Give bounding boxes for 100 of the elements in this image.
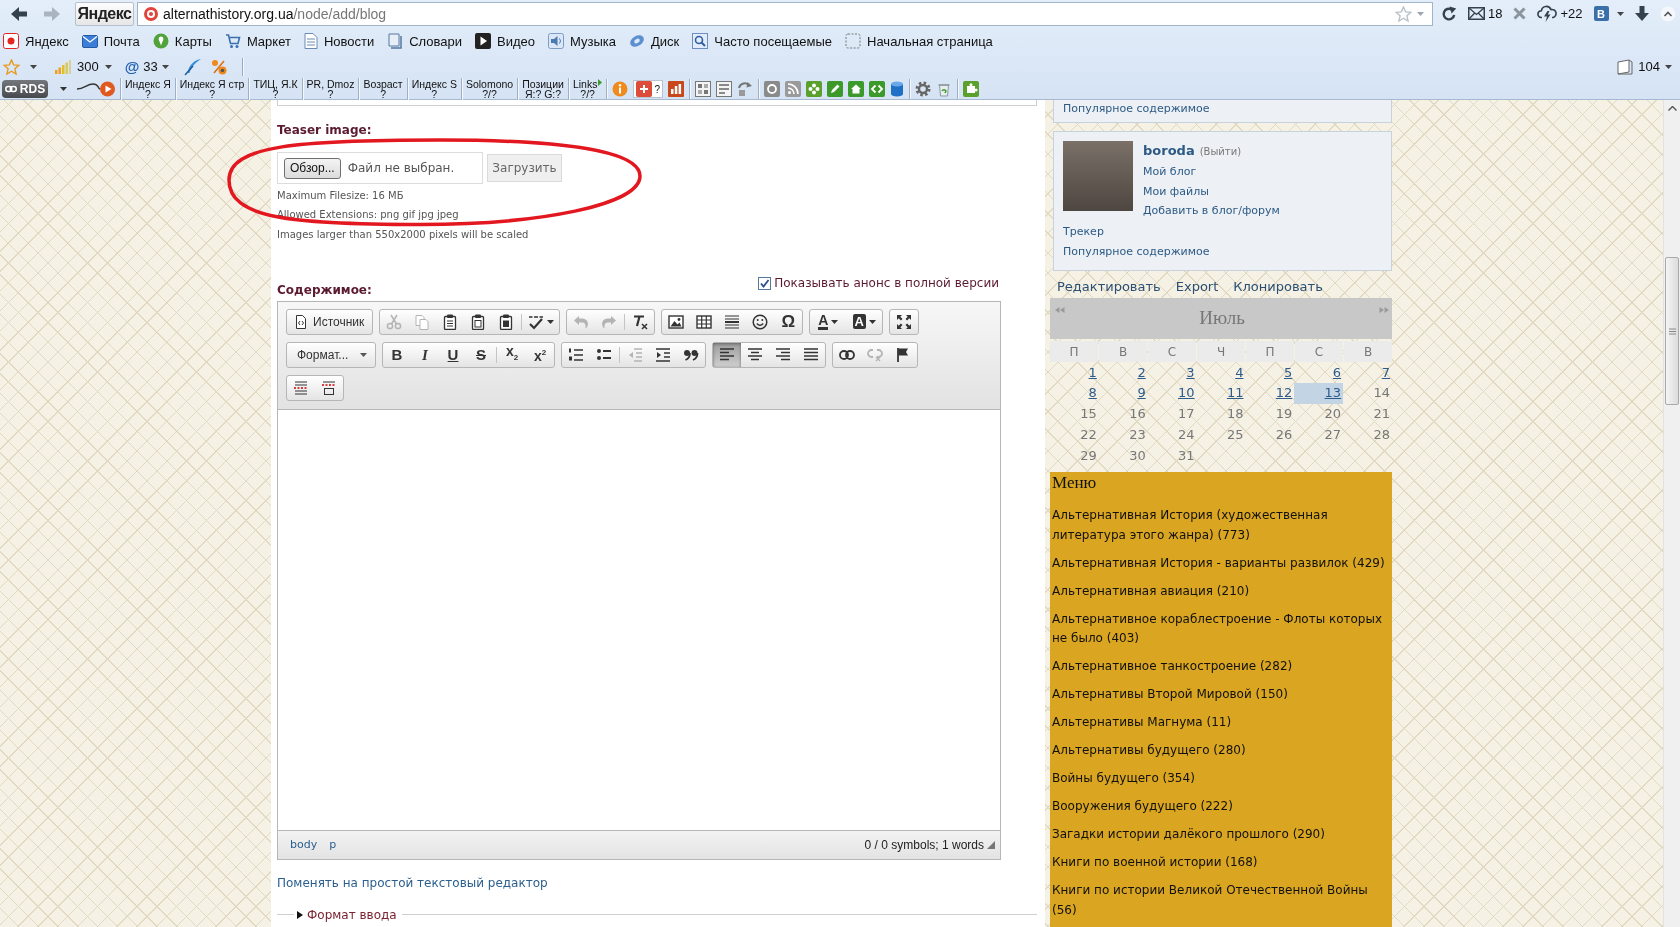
home-icon[interactable] <box>847 81 864 97</box>
sidebar-link[interactable]: Трекер <box>1063 222 1104 242</box>
pencil-icon[interactable] <box>826 81 843 97</box>
bookmark-link[interactable]: Яндекс <box>3 33 69 49</box>
superscript-button[interactable]: x$^{2}$ <box>526 342 554 367</box>
database-icon[interactable] <box>889 81 904 97</box>
sidebar-link[interactable]: Мои файлы <box>1143 181 1209 201</box>
upload-button[interactable]: Загрузить <box>487 154 562 182</box>
checkbox[interactable] <box>758 276 772 290</box>
scrollbar[interactable] <box>1663 100 1680 927</box>
bookmark-link[interactable]: Часто посещаемые <box>692 33 833 49</box>
calendar-day[interactable]: 12 <box>1245 383 1295 404</box>
menu-link[interactable]: Вооружения будущего (222) <box>1052 797 1233 817</box>
resize-grip-icon[interactable] <box>987 840 995 849</box>
bookmark-link[interactable]: Маркет <box>224 33 291 49</box>
element-path-link[interactable]: p <box>329 838 337 851</box>
input-format-link[interactable]: Формат ввода <box>296 907 397 922</box>
calendar-day[interactable]: 4 <box>1196 362 1246 384</box>
rds-button[interactable]: RDS <box>2 80 48 98</box>
caret-icon[interactable] <box>1616 11 1624 16</box>
calendar-day[interactable]: 10 <box>1147 383 1197 404</box>
sidebar-link[interactable]: Добавить в блог/форум <box>1143 201 1280 221</box>
document-icon[interactable] <box>715 81 732 97</box>
sidebar-link[interactable]: Популярное содержимое <box>1063 241 1210 261</box>
calendar-day[interactable]: 9 <box>1098 383 1148 404</box>
calendar-day[interactable]: 6 <box>1294 362 1344 384</box>
chart-icon[interactable] <box>667 81 684 97</box>
gear-icon[interactable] <box>914 81 931 97</box>
calendar-day[interactable]: 7 <box>1343 362 1392 384</box>
underline-button[interactable]: U <box>439 342 467 367</box>
bookmark-link[interactable]: Карты <box>152 33 212 49</box>
menu-link[interactable]: Книги по военной истории (168) <box>1052 853 1258 873</box>
text-color-button[interactable]: A <box>810 309 847 334</box>
info-icon[interactable] <box>612 81 629 97</box>
logo-button[interactable]: Яндекс <box>75 1 134 26</box>
address-field[interactable]: alternathistory.org.ua/node/add/blog <box>137 1 1433 26</box>
percent-icon[interactable] <box>210 58 227 75</box>
calendar-day[interactable]: 8 <box>1050 383 1099 404</box>
refresh-icon[interactable] <box>1441 5 1457 22</box>
scrollbar-thumb[interactable] <box>1665 257 1679 405</box>
maximize-button[interactable] <box>889 308 920 335</box>
star-icon[interactable] <box>3 58 20 75</box>
menu-link[interactable]: Альтернативная История - варианты развилок (429) <box>1052 553 1385 573</box>
logout-link[interactable]: (Выйти) <box>1199 142 1242 162</box>
element-path-link[interactable]: body <box>290 838 318 851</box>
menu-link[interactable]: Книги по истории Великой Отечественной Войны (56) <box>1052 881 1392 920</box>
triangle-icon[interactable] <box>598 78 603 86</box>
grid-icon[interactable] <box>694 81 711 97</box>
sidebar-link[interactable]: Популярное содержимое <box>1063 101 1210 117</box>
bg-color-button[interactable]: A <box>846 309 883 334</box>
flower-icon[interactable] <box>805 81 822 97</box>
code-icon[interactable] <box>868 81 885 97</box>
account-badge[interactable]: B <box>1593 6 1609 21</box>
menu-link[interactable]: Альтернативы Магнума (11) <box>1052 713 1232 733</box>
calendar-day[interactable]: 13 <box>1294 383 1344 404</box>
bookmark-link[interactable]: Видео <box>475 33 536 49</box>
calendar-day[interactable]: 1 <box>1050 362 1099 384</box>
menu-link[interactable]: Альтернативная История (художественная литература этого жанра) (773) <box>1052 506 1392 545</box>
caret-icon[interactable] <box>30 64 37 69</box>
mail-counter-button[interactable]: @ 33 <box>124 58 169 75</box>
action-tab[interactable]: Export <box>1175 278 1219 296</box>
scroll-up-icon[interactable] <box>1667 106 1677 111</box>
calendar-day[interactable]: 5 <box>1245 362 1295 384</box>
bold-button[interactable]: B <box>383 342 411 367</box>
special-char-button[interactable]: Ω <box>774 309 803 334</box>
rotate-icon[interactable] <box>736 81 753 97</box>
menu-link[interactable]: Войны будущего (354) <box>1052 769 1195 789</box>
plus-counter-button[interactable]: ? <box>633 80 663 98</box>
bookmark-link[interactable]: Новости <box>303 33 375 49</box>
close-icon[interactable] <box>1513 7 1527 20</box>
back-arrow-icon[interactable] <box>11 6 27 21</box>
rss-icon[interactable] <box>784 81 801 97</box>
subscript-button[interactable]: x$_{2}$ <box>498 342 526 367</box>
format-dropdown[interactable]: Формат... <box>286 341 376 368</box>
menu-link[interactable]: Альтернативная авиация (210) <box>1052 581 1250 601</box>
bookmark-link[interactable]: Словари <box>387 33 463 49</box>
menu-link[interactable]: Альтернативы будущего (280) <box>1052 741 1246 761</box>
rating-button[interactable]: 300 <box>55 59 112 74</box>
switch-editor-link[interactable]: Поменять на простой текстовый редактор <box>277 874 548 891</box>
calendar-day[interactable]: 3 <box>1147 362 1197 384</box>
user-name-link[interactable]: boroda <box>1143 141 1195 161</box>
plug-icon[interactable] <box>76 80 115 98</box>
coin-icon[interactable] <box>763 81 780 97</box>
browse-button[interactable]: Обзор... <box>284 157 341 179</box>
star-icon[interactable] <box>1395 5 1412 22</box>
file-field[interactable]: Обзор... Файл не выбран. <box>277 152 483 184</box>
download-icon[interactable] <box>1634 5 1649 22</box>
bookmark-link[interactable]: Музыка <box>548 33 617 49</box>
feather-icon[interactable] <box>183 57 202 76</box>
sidebar-link[interactable]: Мой блог <box>1143 162 1197 182</box>
mail-button[interactable]: 18 <box>1468 6 1503 21</box>
calendar-day[interactable]: 11 <box>1196 383 1246 404</box>
pages-button[interactable]: 104 <box>1617 58 1672 75</box>
bookmark-link[interactable]: Диск <box>629 33 680 49</box>
align-left-button[interactable] <box>713 342 741 367</box>
strike-button[interactable]: S <box>467 342 495 367</box>
bookmark-link[interactable]: Почта <box>81 33 140 49</box>
puzzle-icon[interactable] <box>962 81 979 97</box>
menu-link[interactable]: Загадки истории далёкого прошлого (290) <box>1052 825 1325 845</box>
menu-link[interactable]: Альтернативное кораблестроение - Флоты которых не было (403) <box>1052 609 1392 649</box>
